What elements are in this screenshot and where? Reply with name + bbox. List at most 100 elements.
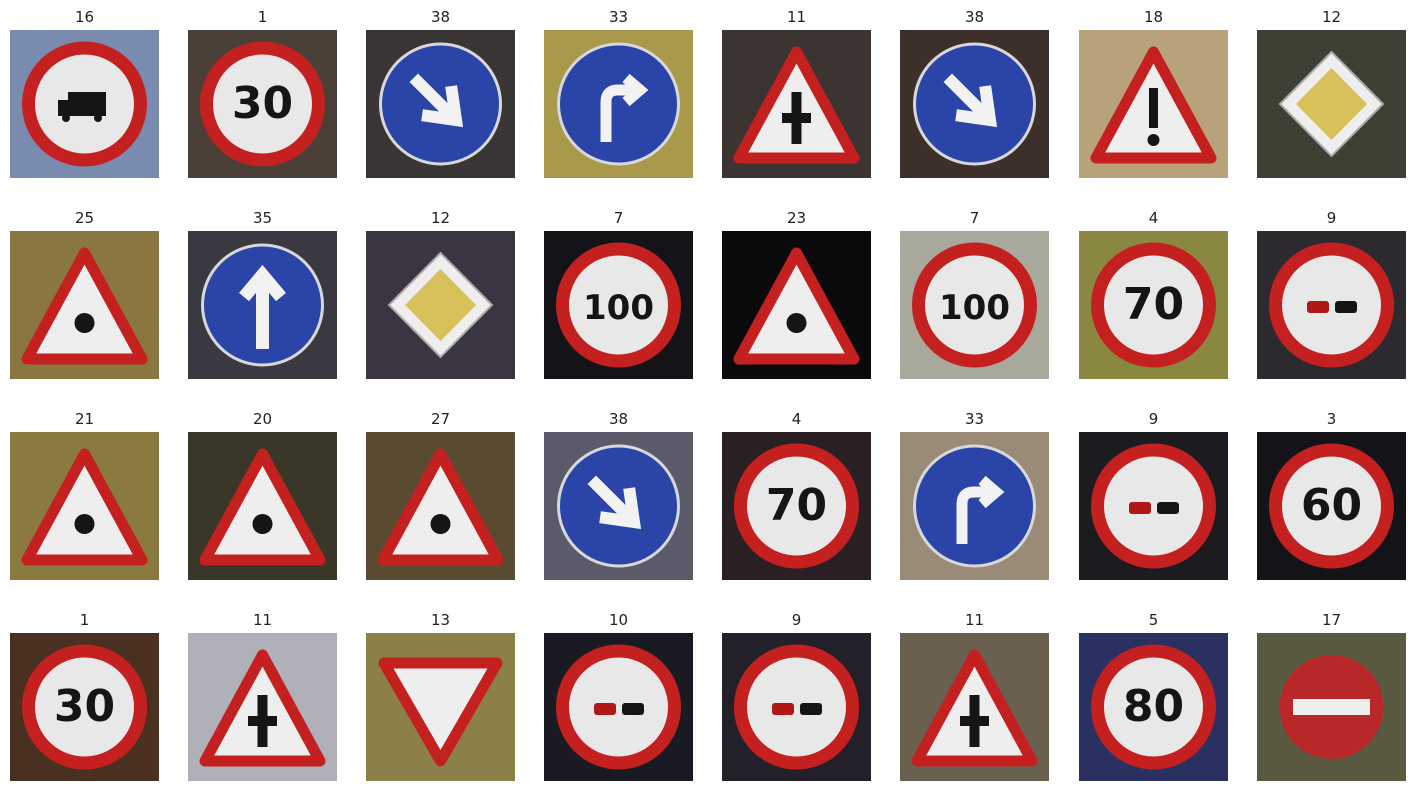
tile-label: 4 <box>791 410 802 428</box>
sign-image: 100 <box>900 231 1049 379</box>
svg-text:80: 80 <box>1123 681 1184 732</box>
tile-label: 12 <box>1321 8 1342 26</box>
svg-text:30: 30 <box>54 681 115 732</box>
sign-image: 100 <box>544 231 693 379</box>
sign-image <box>366 633 515 781</box>
sign-image <box>1079 432 1228 580</box>
sign-image <box>1257 633 1406 781</box>
sign-image: 100 <box>544 231 693 379</box>
sign-image <box>366 432 515 580</box>
svg-text:70: 70 <box>1123 279 1184 330</box>
sign-image: 70 <box>1079 231 1228 379</box>
sign-image: 70 <box>1079 231 1228 379</box>
sign-image <box>722 633 871 781</box>
sign-image <box>366 633 515 781</box>
sign-image <box>10 30 159 178</box>
sign-image <box>1257 30 1406 178</box>
tile-label: 27 <box>430 410 451 428</box>
svg-text:70: 70 <box>766 480 827 531</box>
tile-label: 18 <box>1143 8 1164 26</box>
sign-image <box>188 231 337 379</box>
sign-image <box>900 633 1049 781</box>
sign-image: 70 <box>722 432 871 580</box>
sign-image: 60 <box>1257 432 1406 580</box>
tile-label: 13 <box>430 611 451 629</box>
sign-image <box>900 30 1049 178</box>
tile-label: 11 <box>964 611 985 629</box>
sign-image <box>1257 231 1406 379</box>
sign-image <box>366 30 515 178</box>
sign-image: 80 <box>1079 633 1228 781</box>
sign-image <box>722 30 871 178</box>
sign-image <box>10 432 159 580</box>
tile-label: 3 <box>1326 410 1337 428</box>
sign-image <box>366 30 515 178</box>
tile-label: 1 <box>79 611 90 629</box>
sign-image <box>366 432 515 580</box>
sign-image <box>900 30 1049 178</box>
tile-label: 23 <box>786 209 807 227</box>
tile-label: 9 <box>791 611 802 629</box>
tile-label: 7 <box>613 209 624 227</box>
sign-image <box>188 633 337 781</box>
sign-image: 30 <box>188 30 337 178</box>
sign-image <box>188 633 337 781</box>
sign-image: 30 <box>188 30 337 178</box>
tile-label: 33 <box>964 410 985 428</box>
sign-image <box>1079 30 1228 178</box>
sign-image <box>366 231 515 379</box>
sign-image <box>10 231 159 379</box>
tile-label: 12 <box>430 209 451 227</box>
tile-label: 10 <box>608 611 629 629</box>
tile-label: 38 <box>964 8 985 26</box>
tile-label: 33 <box>608 8 629 26</box>
svg-text:100: 100 <box>939 288 1010 328</box>
sign-image <box>366 231 515 379</box>
sign-image <box>722 231 871 379</box>
sign-image: 60 <box>1257 432 1406 580</box>
tile-label: 21 <box>74 410 95 428</box>
sign-image <box>188 432 337 580</box>
tile-label: 35 <box>252 209 273 227</box>
sign-image <box>900 432 1049 580</box>
sign-image: 30 <box>10 633 159 781</box>
sign-image <box>1079 30 1228 178</box>
sign-image <box>544 633 693 781</box>
sign-image <box>10 231 159 379</box>
sign-image <box>544 633 693 781</box>
sign-image <box>544 432 693 580</box>
sign-image <box>188 231 337 379</box>
tile-label: 7 <box>969 209 980 227</box>
sign-image <box>544 432 693 580</box>
sign-image <box>900 633 1049 781</box>
sign-image <box>722 633 871 781</box>
tile-label: 16 <box>74 8 95 26</box>
tile-label: 5 <box>1148 611 1159 629</box>
tile-label: 1 <box>257 8 268 26</box>
tile-label: 38 <box>608 410 629 428</box>
tile-label: 25 <box>74 209 95 227</box>
tile-label: 11 <box>252 611 273 629</box>
tile-label: 9 <box>1326 209 1337 227</box>
sign-image: 100 <box>900 231 1049 379</box>
sign-image: 30 <box>10 633 159 781</box>
svg-text:60: 60 <box>1301 480 1362 531</box>
sign-image <box>1257 231 1406 379</box>
sign-image <box>900 432 1049 580</box>
sign-image <box>722 231 871 379</box>
sign-image <box>544 30 693 178</box>
tile-label: 4 <box>1148 209 1159 227</box>
sign-image <box>1079 432 1228 580</box>
sign-image <box>10 432 159 580</box>
sign-image <box>544 30 693 178</box>
sign-image <box>188 432 337 580</box>
sign-image <box>1257 633 1406 781</box>
sign-image <box>1257 30 1406 178</box>
svg-text:100: 100 <box>583 288 654 328</box>
tile-label: 20 <box>252 410 273 428</box>
sign-image: 80 <box>1079 633 1228 781</box>
tile-label: 38 <box>430 8 451 26</box>
sign-image <box>10 30 159 178</box>
tile-label: 9 <box>1148 410 1159 428</box>
tile-label: 17 <box>1321 611 1342 629</box>
